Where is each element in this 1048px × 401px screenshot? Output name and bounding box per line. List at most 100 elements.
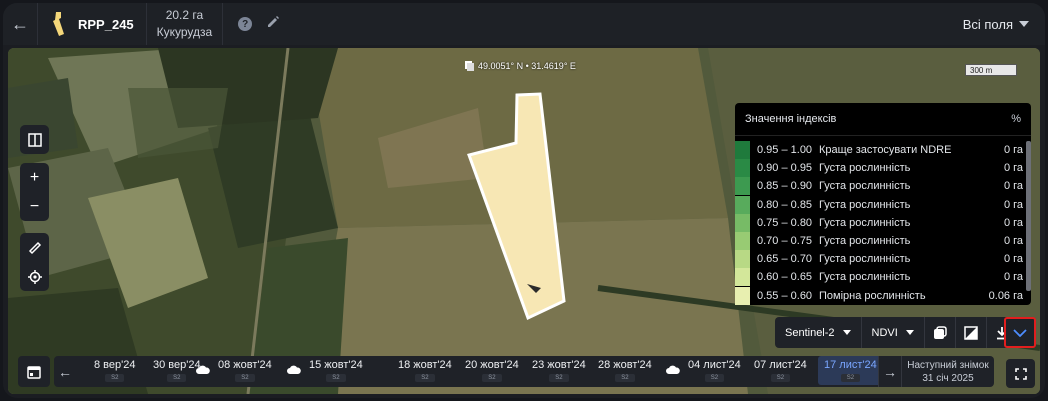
timeline-date-label: 17 лист'24 <box>824 359 877 371</box>
layers-button[interactable] <box>925 317 956 348</box>
map-scale: 300 m <box>965 64 1017 76</box>
arrow-left-icon: ← <box>58 363 72 380</box>
legend-row: 0.75 – 0.80 Густа рослинність 0 га <box>735 213 1031 232</box>
next-image-title: Наступний знімок <box>907 359 989 371</box>
timeline-date[interactable]: 23 жовт'24 S2 <box>532 359 586 382</box>
contrast-icon <box>964 325 978 340</box>
legend-range: 0.55 – 0.60 <box>757 289 813 302</box>
coordinates-text: 49.0051° N • 31.4619° E <box>478 61 576 71</box>
legend-area: 0 га <box>1003 253 1023 266</box>
legend-description: Густа рослинність <box>819 180 911 193</box>
satellite-badge: S2 <box>415 374 435 382</box>
legend-row: 0.65 – 0.70 Густа рослинність 0 га <box>735 250 1031 269</box>
index-label: NDVI <box>871 326 898 339</box>
zoom-in-button[interactable]: + <box>20 163 49 192</box>
timeline-date[interactable]: 30 вер'24 S2 <box>153 359 201 382</box>
field-crop: Кукурудза <box>156 25 213 39</box>
top-bar: ← RPP_245 20.2 га Кукурудза ? Всі поля <box>3 3 1045 45</box>
timeline-strip: ← 8 вер'24 S2 30 вер'24 S2 08 жовт'24 S2 15 жо… <box>54 356 994 387</box>
imagery-toolbar: Sentinel-2 NDVI <box>775 317 1017 348</box>
compare-button[interactable] <box>20 125 49 154</box>
copy-icon[interactable] <box>465 61 474 71</box>
crosshair-icon <box>27 269 42 284</box>
compare-control <box>20 125 49 154</box>
legend-scrollbar[interactable] <box>1026 141 1031 291</box>
timeline-date[interactable]: 08 жовт'24 S2 <box>218 359 272 382</box>
zoom-out-button[interactable]: − <box>20 192 49 221</box>
image-timeline: ← 8 вер'24 S2 30 вер'24 S2 08 жовт'24 S2 15 жо… <box>18 355 996 388</box>
satellite-label: Sentinel-2 <box>785 326 835 339</box>
measure-button[interactable] <box>20 233 49 262</box>
fullscreen-button[interactable] <box>1006 359 1035 388</box>
edit-button[interactable] <box>266 15 280 34</box>
legend-row: 0.55 – 0.60 Помірна рослинність 0.06 га <box>735 286 1031 305</box>
help-icon[interactable]: ? <box>238 17 253 31</box>
legend-description: Густа рослинність <box>819 271 911 284</box>
next-image-info: Наступний знімок 31 січ 2025 <box>902 356 994 387</box>
legend-area: 0 га <box>1003 180 1023 193</box>
satellite-badge: S2 <box>482 374 502 382</box>
coordinates-readout: 49.0051° N • 31.4619° E <box>465 61 576 71</box>
all-fields-dropdown[interactable]: Всі поля <box>963 17 1029 32</box>
satellite-select[interactable]: Sentinel-2 <box>775 317 862 348</box>
timeline-date[interactable]: 15 жовт'24 S2 <box>309 359 363 382</box>
field-header: RPP_245 <box>38 3 147 45</box>
back-button[interactable]: ← <box>3 3 38 45</box>
legend-description: Густа рослинність <box>819 235 911 248</box>
app-window: ← RPP_245 20.2 га Кукурудза ? Всі поля 4… <box>3 3 1045 398</box>
legend-row: 0.70 – 0.75 Густа рослинність 0 га <box>735 232 1031 251</box>
legend-swatch <box>735 213 750 232</box>
timeline-date[interactable]: 18 жовт'24 S2 <box>398 359 452 382</box>
legend-row: 0.80 – 0.85 Густа рослинність 0 га <box>735 195 1031 214</box>
legend-area: 0.06 га <box>988 289 1023 302</box>
minus-icon: − <box>29 197 40 215</box>
calendar-button[interactable] <box>18 356 50 387</box>
legend-description: Помірна рослинність <box>819 289 926 302</box>
legend-range: 0.60 – 0.65 <box>757 271 813 284</box>
caret-down-icon <box>1019 21 1029 27</box>
legend-swatch <box>735 286 750 305</box>
satellite-badge: S2 <box>704 374 725 382</box>
arrow-left-icon: ← <box>11 13 29 34</box>
timeline-date[interactable]: 17 лист'24 S2 <box>818 356 878 385</box>
timeline-date[interactable]: 28 жовт'24 S2 <box>598 359 652 382</box>
legend-range: 0.65 – 0.70 <box>757 253 813 266</box>
arrow-right-icon: → <box>883 363 897 380</box>
timeline-date[interactable]: 8 вер'24 S2 <box>94 359 135 382</box>
ruler-icon <box>28 241 41 254</box>
pencil-icon <box>268 15 280 27</box>
timeline-date[interactable]: 20 жовт'24 S2 <box>465 359 519 382</box>
timeline-date[interactable]: 04 лист'24 S2 <box>688 359 741 382</box>
fullscreen-icon <box>1014 367 1027 380</box>
timeline-date-label: 04 лист'24 <box>688 359 741 371</box>
caret-down-icon <box>905 330 914 335</box>
timeline-date[interactable]: 07 лист'24 S2 <box>754 359 807 382</box>
timeline-date-label: 20 жовт'24 <box>465 359 519 371</box>
legend-description: Краще застосувати NDRE <box>819 144 952 157</box>
cloud-icon <box>666 365 680 374</box>
index-legend: Значення індексів % 0.95 – 1.00 Краще зас… <box>735 103 1031 305</box>
percent-toggle-icon[interactable]: % <box>1011 113 1021 125</box>
timeline-date-label: 08 жовт'24 <box>218 359 272 371</box>
satellite-badge: S2 <box>549 374 569 382</box>
legend-area: 0 га <box>1003 198 1023 211</box>
timeline-prev-button[interactable]: ← <box>54 356 76 387</box>
locate-button[interactable] <box>20 262 49 291</box>
legend-description: Густа рослинність <box>819 216 911 229</box>
timeline-dates: 8 вер'24 S2 30 вер'24 S2 08 жовт'24 S2 15 жовт… <box>76 356 878 387</box>
legend-title: Значення індексів <box>745 113 837 125</box>
legend-range: 0.70 – 0.75 <box>757 235 813 248</box>
index-select[interactable]: NDVI <box>862 317 925 348</box>
timeline-next-button[interactable]: → <box>878 356 902 387</box>
map-tools <box>20 233 49 291</box>
timeline-date-label: 23 жовт'24 <box>532 359 586 371</box>
cloud-icon <box>196 365 210 374</box>
legend-swatch <box>735 268 750 287</box>
plus-icon: + <box>29 168 40 186</box>
legend-swatch <box>735 250 750 269</box>
satellite-badge: S2 <box>615 374 635 382</box>
field-info: 20.2 га Кукурудза <box>147 3 224 45</box>
collapse-panel-button[interactable] <box>1004 317 1036 348</box>
contrast-button[interactable] <box>956 317 987 348</box>
legend-rows: 0.95 – 1.00 Краще застосувати NDRE 0 га 0.9… <box>735 136 1031 305</box>
